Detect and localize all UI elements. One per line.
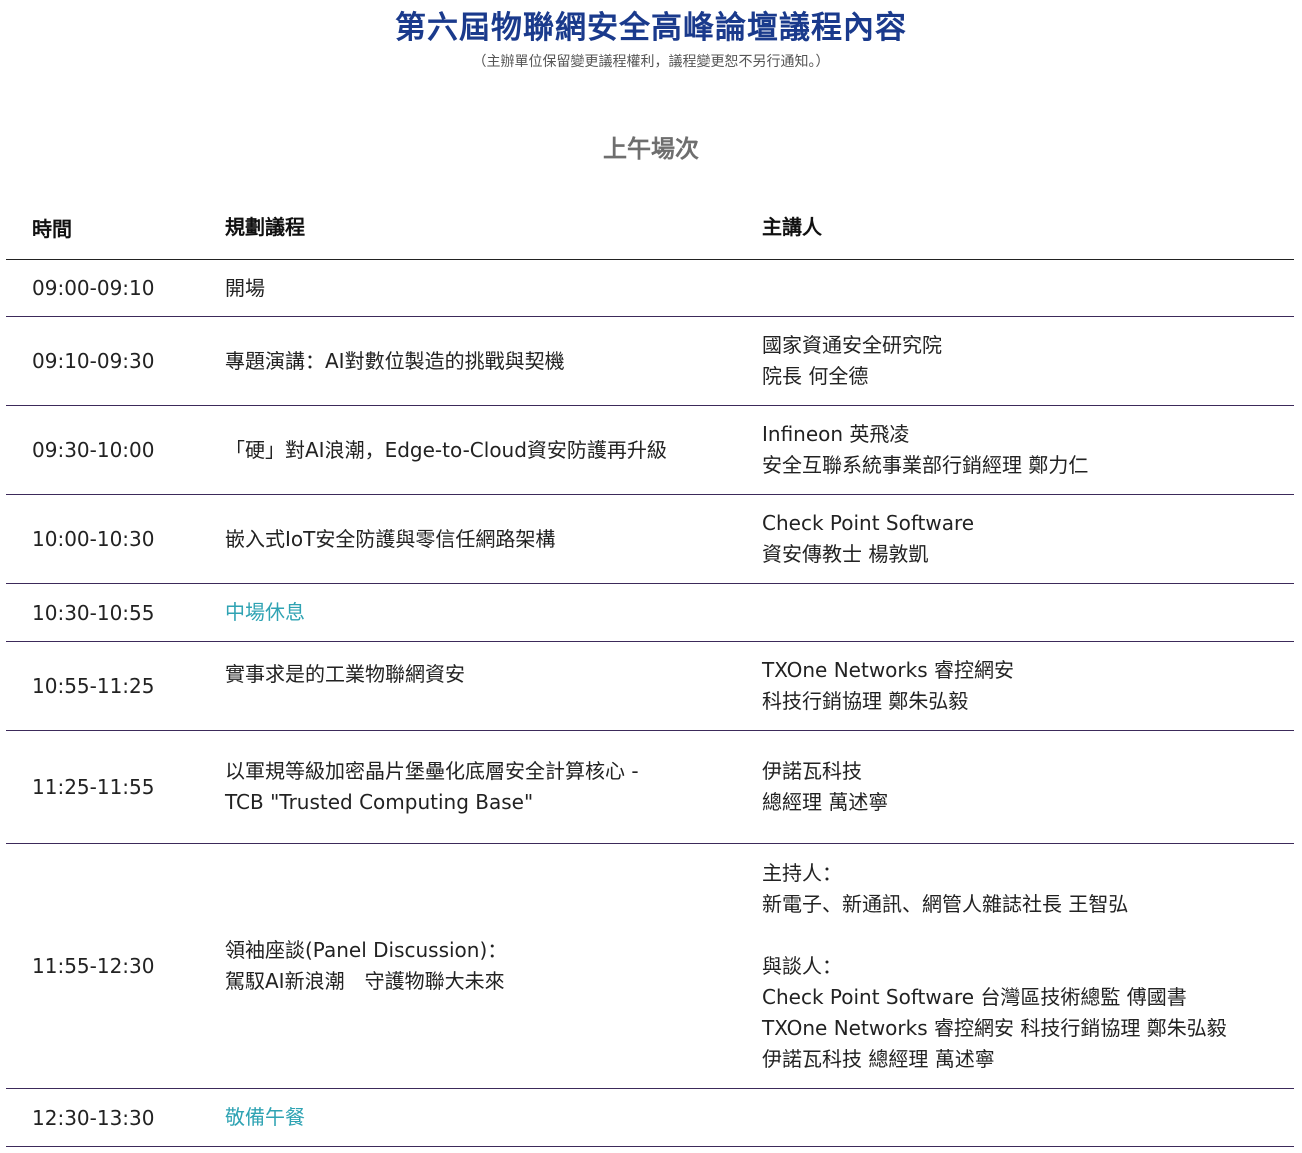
row-topic: 實事求是的工業物聯網資安 xyxy=(200,642,736,690)
agenda-page: 第六屆物聯網安全高峰論壇議程內容 （主辦單位保留變更議程權利，議程變更恕不另行通… xyxy=(0,0,1302,1153)
row-time: 12:30-13:30 xyxy=(32,1105,155,1130)
row-topic: 「硬」對AI浪潮，Edge-to-Cloud資安防護再升級 xyxy=(200,435,736,466)
header-speaker: 主講人 xyxy=(762,215,822,239)
row-time: 11:25-11:55 xyxy=(32,775,155,799)
row-speaker: 伊諾瓦科技 總經理 萬述寧 xyxy=(736,756,1294,818)
topic-line: 「硬」對AI浪潮，Edge-to-Cloud資安防護再升級 xyxy=(225,437,667,462)
row-time: 10:55-11:25 xyxy=(32,674,155,698)
agenda-table: 時間 規劃議程 主講人 09:00-09:10 開場 09:10-09:30 專… xyxy=(6,196,1294,1147)
agenda-header-row: 時間 規劃議程 主講人 xyxy=(6,196,1294,260)
speaker-line: TXOne Networks 睿控網安 xyxy=(762,658,1015,682)
agenda-row: 10:55-11:25 實事求是的工業物聯網資安 TXOne Networks … xyxy=(6,642,1294,731)
row-topic: 中場休息 xyxy=(200,597,736,628)
row-topic: 嵌入式IoT安全防護與零信任網路架構 xyxy=(200,524,736,555)
topic-line: 以軍規等級加密晶片堡壘化底層安全計算核心 - xyxy=(225,759,639,783)
speaker-line: 院長 何全德 xyxy=(762,364,869,388)
speaker-line: 國家資通安全研究院 xyxy=(762,333,942,357)
topic-line: 開場 xyxy=(225,275,265,300)
row-time: 09:10-09:30 xyxy=(32,349,155,373)
header-topic: 規劃議程 xyxy=(225,215,305,239)
row-topic: 專題演講：AI對數位製造的挑戰與契機 xyxy=(200,346,736,377)
row-speaker: 國家資通安全研究院 院長 何全德 xyxy=(736,330,1294,392)
topic-line: 領袖座談(Panel Discussion)： xyxy=(225,938,508,962)
speaker-line: 伊諾瓦科技 總經理 萬述寧 xyxy=(762,1046,995,1071)
speaker-line: 與談人： xyxy=(762,953,842,978)
speaker-line: 資安傳教士 楊敦凱 xyxy=(762,542,929,566)
row-time: 11:55-12:30 xyxy=(32,954,155,978)
row-time: 09:00-09:10 xyxy=(32,276,155,300)
speaker-line: Check Point Software xyxy=(762,511,975,535)
speaker-line: TXOne Networks 睿控網安 科技行銷協理 鄭朱弘毅 xyxy=(762,1015,1227,1040)
row-speaker: Infineon 英飛凌 安全互聯系統事業部行銷經理 鄭力仁 xyxy=(736,419,1294,481)
topic-line: 實事求是的工業物聯網資安 xyxy=(225,662,465,686)
speaker-line: 科技行銷協理 鄭朱弘毅 xyxy=(762,689,969,713)
topic-line: TCB "Trusted Computing Base" xyxy=(225,790,534,814)
agenda-row: 12:30-13:30 敬備午餐 xyxy=(6,1089,1294,1147)
agenda-row: 11:25-11:55 以軍規等級加密晶片堡壘化底層安全計算核心 - TCB "… xyxy=(6,731,1294,844)
speaker-line: Check Point Software 台灣區技術總監 傅國書 xyxy=(762,984,1187,1009)
row-topic: 敬備午餐 xyxy=(200,1102,736,1133)
break-label: 中場休息 xyxy=(225,600,305,624)
row-topic: 以軍規等級加密晶片堡壘化底層安全計算核心 - TCB "Trusted Comp… xyxy=(200,756,736,818)
speaker-line: 總經理 萬述寧 xyxy=(762,790,889,814)
row-speaker: Check Point Software 資安傳教士 楊敦凱 xyxy=(736,508,1294,570)
speaker-spacer xyxy=(762,920,1294,951)
topic-line: 專題演講：AI對數位製造的挑戰與契機 xyxy=(225,348,565,373)
speaker-line: 伊諾瓦科技 xyxy=(762,759,862,783)
lunch-label: 敬備午餐 xyxy=(225,1105,305,1129)
change-notice: （主辦單位保留變更議程權利，議程變更恕不另行通知。） xyxy=(472,54,830,70)
topic-line: 駕馭AI新浪潮 守護物聯大未來 xyxy=(225,969,505,993)
row-topic: 領袖座談(Panel Discussion)： 駕馭AI新浪潮 守護物聯大未來 xyxy=(200,935,736,997)
row-speaker: 主持人： 新電子、新通訊、網管人雜誌社長 王智弘 與談人： Check Poin… xyxy=(736,858,1294,1075)
agenda-row: 11:55-12:30 領袖座談(Panel Discussion)： 駕馭AI… xyxy=(6,844,1294,1089)
row-topic: 開場 xyxy=(200,273,736,304)
agenda-row: 10:30-10:55 中場休息 xyxy=(6,584,1294,642)
header-time: 時間 xyxy=(32,217,72,241)
speaker-line: Infineon 英飛凌 xyxy=(762,422,910,446)
row-time: 10:00-10:30 xyxy=(32,527,155,551)
agenda-row: 10:00-10:30 嵌入式IoT安全防護與零信任網路架構 Check Poi… xyxy=(6,495,1294,584)
row-speaker: TXOne Networks 睿控網安 科技行銷協理 鄭朱弘毅 xyxy=(736,655,1294,717)
row-time: 10:30-10:55 xyxy=(32,600,155,625)
topic-line: 嵌入式IoT安全防護與零信任網路架構 xyxy=(225,526,556,551)
speaker-line: 新電子、新通訊、網管人雜誌社長 王智弘 xyxy=(762,891,1129,916)
agenda-row: 09:30-10:00 「硬」對AI浪潮，Edge-to-Cloud資安防護再升… xyxy=(6,406,1294,495)
page-title: 第六屆物聯網安全高峰論壇議程內容 xyxy=(395,10,907,46)
speaker-line: 主持人： xyxy=(762,860,842,885)
speaker-line: 安全互聯系統事業部行銷經理 鄭力仁 xyxy=(762,453,1089,477)
row-time: 09:30-10:00 xyxy=(32,438,155,462)
agenda-row: 09:10-09:30 專題演講：AI對數位製造的挑戰與契機 國家資通安全研究院… xyxy=(6,317,1294,406)
agenda-row: 09:00-09:10 開場 xyxy=(6,260,1294,317)
section-title-morning: 上午場次 xyxy=(603,135,699,163)
